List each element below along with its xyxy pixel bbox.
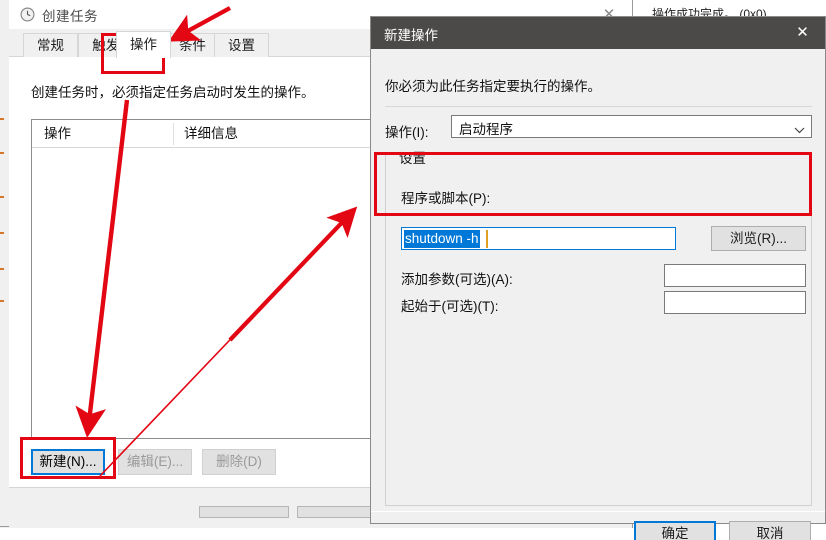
startin-input[interactable] bbox=[664, 291, 806, 314]
dialog-description: 你必须为此任务指定要执行的操作。 bbox=[385, 79, 601, 94]
ok-button[interactable]: 确定 bbox=[634, 521, 716, 540]
column-action[interactable]: 操作 bbox=[44, 120, 71, 147]
dialog-body: 你必须为此任务指定要执行的操作。 操作(I): 启动程序 设置 程序或脚本(P)… bbox=[371, 49, 825, 540]
tab-settings[interactable]: 设置 bbox=[214, 33, 269, 57]
dialog-close-icon[interactable]: ✕ bbox=[780, 17, 825, 49]
new-action-dialog: 新建操作 ✕ 你必须为此任务指定要执行的操作。 操作(I): 启动程序 设置 程… bbox=[370, 16, 826, 540]
annotation-box-new-button bbox=[20, 437, 116, 479]
screen-root: 0 操作成功完成。 (0x0) 创建任务 ✕ 常规 触发器 操作 条件 设置 bbox=[0, 0, 826, 540]
delete-button[interactable]: 删除(D) bbox=[202, 449, 276, 475]
text-caret bbox=[486, 230, 488, 248]
page-description: 创建任务时，必须指定任务启动时发生的操作。 bbox=[31, 85, 315, 100]
annotation-box-program-field bbox=[374, 152, 812, 216]
arguments-label: 添加参数(可选)(A): bbox=[401, 272, 513, 287]
tab-conditions[interactable]: 条件 bbox=[165, 33, 220, 57]
clock-icon bbox=[20, 7, 35, 22]
actions-listview[interactable]: 操作 详细信息 bbox=[31, 119, 381, 439]
action-combobox-value: 启动程序 bbox=[459, 122, 513, 137]
browse-button[interactable]: 浏览(R)... bbox=[711, 226, 806, 251]
parent-ok-button[interactable] bbox=[199, 506, 289, 518]
dialog-title: 新建操作 bbox=[384, 28, 438, 43]
action-combobox[interactable]: 启动程序 bbox=[451, 115, 812, 138]
program-input[interactable]: shutdown -h bbox=[401, 227, 676, 250]
action-label: 操作(I): bbox=[385, 125, 429, 140]
tab-actions[interactable]: 操作 bbox=[116, 31, 171, 58]
program-input-value: shutdown -h bbox=[404, 230, 480, 248]
arguments-input[interactable] bbox=[664, 264, 806, 287]
startin-label: 起始于(可选)(T): bbox=[401, 299, 499, 314]
cancel-button[interactable]: 取消 bbox=[729, 521, 811, 540]
page-title: 创建任务 bbox=[42, 9, 98, 24]
column-details[interactable]: 详细信息 bbox=[173, 123, 238, 145]
tab-general[interactable]: 常规 bbox=[23, 33, 78, 57]
chevron-down-icon bbox=[794, 122, 805, 134]
dialog-titlebar: 新建操作 ✕ bbox=[371, 17, 825, 49]
edit-button[interactable]: 编辑(E)... bbox=[118, 449, 192, 475]
listview-header: 操作 详细信息 bbox=[32, 120, 380, 148]
dialog-separator bbox=[385, 106, 812, 107]
